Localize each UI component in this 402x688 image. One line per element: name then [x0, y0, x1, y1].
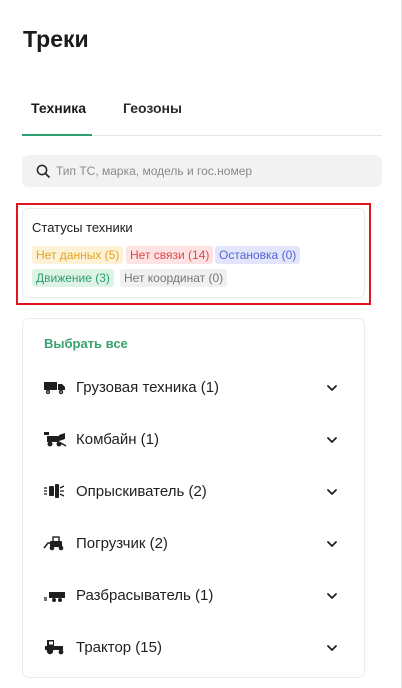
- status-badge-moving[interactable]: Движение (3): [32, 269, 114, 287]
- chevron-down-icon[interactable]: [326, 589, 338, 601]
- chevron-down-icon[interactable]: [326, 485, 338, 497]
- category-item-truck[interactable]: Грузовая техника (1): [23, 371, 366, 403]
- search-input[interactable]: [56, 164, 366, 178]
- tab-geozones[interactable]: Геозоны: [123, 100, 182, 136]
- status-badge-stop[interactable]: Остановка (0): [215, 246, 301, 264]
- status-card: Статусы техники Нет данных (5) Нет связи…: [22, 208, 365, 298]
- status-title: Статусы техники: [32, 220, 133, 235]
- spreader-icon: [43, 587, 67, 603]
- page-title: Треки: [23, 26, 89, 52]
- status-badge-no-data[interactable]: Нет данных (5): [32, 246, 124, 264]
- tab-bar: Техника Геозоны: [22, 96, 382, 136]
- search-icon: [36, 164, 50, 178]
- chevron-down-icon[interactable]: [326, 433, 338, 445]
- category-label: Погрузчик (2): [76, 535, 168, 552]
- sprayer-icon: [43, 483, 67, 499]
- truck-icon: [43, 379, 67, 395]
- tracks-panel: Треки Техника Геозоны Статусы техники Не…: [0, 0, 402, 688]
- category-list: Выбрать все Грузовая техника (1) Комбайн…: [22, 318, 365, 678]
- category-label: Трактор (15): [76, 639, 162, 656]
- select-all-link[interactable]: Выбрать все: [44, 336, 128, 351]
- tab-vehicles[interactable]: Техника: [22, 100, 92, 136]
- category-item-sprayer[interactable]: Опрыскиватель (2): [23, 475, 366, 507]
- category-item-loader[interactable]: Погрузчик (2): [23, 527, 366, 559]
- chevron-down-icon[interactable]: [326, 537, 338, 549]
- loader-icon: [43, 535, 67, 551]
- combine-icon: [43, 431, 67, 447]
- category-item-tractor[interactable]: Трактор (15): [23, 631, 366, 663]
- chevron-down-icon[interactable]: [326, 381, 338, 393]
- category-label: Комбайн (1): [76, 431, 159, 448]
- status-badge-no-connection[interactable]: Нет связи (14): [126, 246, 214, 264]
- category-item-spreader[interactable]: Разбрасыватель (1): [23, 579, 366, 611]
- tractor-icon: [43, 639, 67, 655]
- category-label: Разбрасыватель (1): [76, 587, 214, 604]
- category-item-combine[interactable]: Комбайн (1): [23, 423, 366, 455]
- search-box: [22, 155, 382, 187]
- category-label: Опрыскиватель (2): [76, 483, 207, 500]
- chevron-down-icon[interactable]: [326, 641, 338, 653]
- status-badge-no-coordinates[interactable]: Нет координат (0): [120, 269, 228, 287]
- category-label: Грузовая техника (1): [76, 379, 220, 396]
